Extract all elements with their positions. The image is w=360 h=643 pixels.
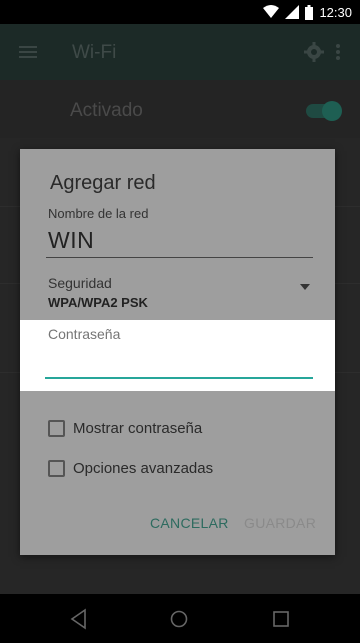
switch-thumb[interactable]	[322, 101, 342, 121]
security-select[interactable]: WPA/WPA2 PSK	[48, 295, 148, 310]
home-icon[interactable]	[168, 608, 190, 630]
show-password-checkbox-row[interactable]: Mostrar contraseña	[48, 417, 202, 439]
battery-icon	[305, 4, 314, 20]
advanced-options-checkbox[interactable]	[48, 459, 65, 477]
cancel-button[interactable]: CANCELAR	[150, 515, 229, 531]
password-field-container: Contraseña	[20, 320, 335, 391]
overflow-icon[interactable]	[332, 40, 344, 64]
navigation-bar	[0, 594, 360, 643]
advanced-options-checkbox-row[interactable]: Opciones avanzadas	[48, 457, 213, 479]
menu-icon[interactable]	[16, 40, 40, 64]
signal-icon	[285, 5, 300, 19]
dialog-title: Agregar red	[50, 172, 156, 194]
password-label: Contraseña	[48, 326, 121, 342]
wifi-icon	[263, 5, 280, 19]
app-title: Wi-Fi	[72, 42, 117, 63]
dropdown-arrow-icon[interactable]	[300, 277, 310, 290]
password-input[interactable]	[45, 349, 313, 377]
ssid-label: Nombre de la red	[48, 206, 149, 221]
save-button[interactable]: GUARDAR	[244, 515, 316, 531]
recents-icon[interactable]	[270, 608, 292, 630]
show-password-label: Mostrar contraseña	[73, 419, 203, 437]
status-bar: 12:30	[0, 0, 360, 24]
ssid-field[interactable]: WIN	[48, 227, 94, 254]
app-bar: Wi-Fi	[0, 24, 360, 80]
status-time: 12:30	[319, 4, 352, 20]
password-underline	[45, 377, 313, 379]
advanced-options-label: Opciones avanzadas	[73, 459, 214, 477]
show-password-checkbox[interactable]	[48, 419, 65, 437]
gear-icon[interactable]	[302, 40, 326, 64]
back-icon[interactable]	[68, 608, 90, 630]
ssid-underline	[46, 257, 313, 258]
switch-label: Activado	[70, 100, 143, 121]
wifi-switch-bar: Activado	[0, 80, 360, 138]
security-label: Seguridad	[48, 275, 112, 291]
